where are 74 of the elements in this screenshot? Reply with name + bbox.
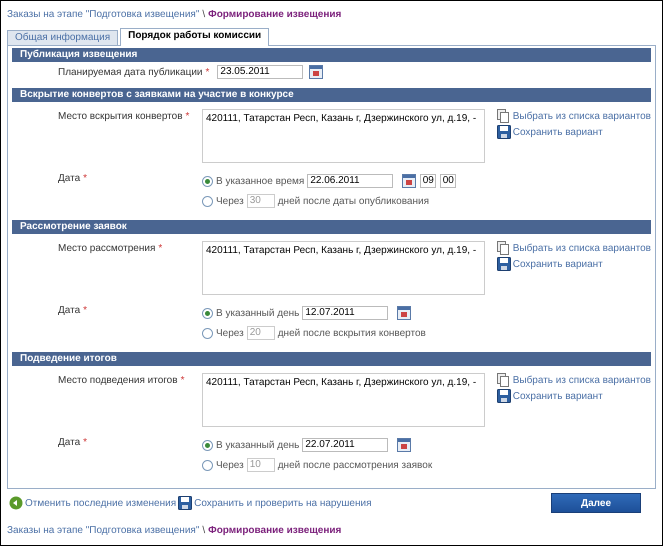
variant-link[interactable]: Выбрать из списка вариантов (512, 110, 651, 122)
date-field[interactable]: 22.07.2011 (302, 438, 388, 452)
minute-field[interactable]: 00 (440, 174, 456, 188)
variant-link[interactable]: Сохранить вариант (512, 258, 603, 270)
option-label: дней после даты опубликования (278, 196, 429, 206)
hour-field[interactable]: 09 (420, 174, 436, 188)
option-label: В указанный день (216, 308, 300, 318)
days-field[interactable]: 10 (246, 458, 275, 472)
undo-icon (9, 496, 23, 510)
breadcrumb-separator: \ (202, 8, 206, 20)
section-header: Публикация извещения (12, 48, 651, 62)
action-link[interactable]: Сохранить и проверить на нарушения (194, 498, 372, 508)
option-label: Через (216, 196, 244, 206)
breadcrumb-link[interactable]: Заказы на этапе "Подготовка извещения" (7, 8, 200, 20)
date-field[interactable]: 23.05.2011 (217, 65, 304, 79)
floppy-icon (496, 389, 511, 403)
floppy-icon (496, 257, 511, 271)
breadcrumb-link[interactable]: Заказы на этапе "Подготовка извещения" (7, 524, 200, 536)
field-label: Дата (58, 437, 80, 448)
breadcrumb-current: Формирование извещения (208, 8, 342, 20)
copy-icon (496, 109, 511, 123)
option-label: В указанное время (216, 176, 304, 186)
calendar-icon[interactable] (397, 306, 412, 320)
date-field[interactable]: 12.07.2011 (302, 306, 388, 320)
field-label: Планируемая дата публикации (58, 67, 202, 78)
radio-button[interactable] (202, 176, 213, 186)
variant-link[interactable]: Выбрать из списка вариантов (512, 242, 651, 254)
field-label: Место вскрытия конвертов (58, 111, 183, 122)
option-label: Через (216, 328, 244, 338)
tab[interactable]: Порядок работы комиссии (120, 28, 270, 46)
field-label: Место рассмотрения (58, 243, 156, 254)
field-label: Место подведения итогов (58, 375, 178, 386)
field-label: Дата (58, 305, 80, 316)
floppy-icon (496, 125, 511, 139)
variant-link[interactable]: Выбрать из списка вариантов (512, 374, 651, 386)
calendar-icon[interactable] (397, 438, 412, 452)
date-field[interactable]: 22.06.2011 (307, 174, 394, 188)
copy-icon (496, 373, 511, 387)
required-mark: * (186, 111, 190, 122)
calendar-icon[interactable] (402, 174, 416, 188)
radio-button[interactable] (202, 328, 213, 338)
calendar-icon[interactable] (309, 65, 324, 79)
section-header: Рассмотрение заявок (12, 220, 651, 234)
floppy-icon (178, 496, 192, 510)
required-mark: * (158, 243, 162, 254)
address-field[interactable]: 420111, Татарстан Респ, Казань г, Дзержинского ул, д.19, - (202, 109, 485, 163)
section-header: Вскрытие конвертов с заявками на участие в конкурсе (12, 88, 651, 102)
next-button[interactable]: Далее (551, 493, 641, 513)
option-label: Через (216, 460, 244, 470)
required-mark: * (83, 305, 88, 316)
days-field[interactable]: 20 (246, 326, 275, 340)
days-field[interactable]: 30 (246, 194, 275, 208)
radio-button[interactable] (202, 440, 213, 450)
variant-link[interactable]: Сохранить вариант (512, 126, 603, 138)
section-header: Подведение итогов (12, 352, 651, 366)
action-link[interactable]: Отменить последние изменения (25, 498, 176, 508)
variant-link[interactable]: Сохранить вариант (512, 390, 603, 402)
required-mark: * (83, 173, 88, 184)
breadcrumb-separator: \ (202, 524, 206, 536)
tab[interactable]: Общая информация (7, 30, 118, 45)
radio-button[interactable] (202, 308, 213, 318)
radio-button[interactable] (202, 460, 213, 470)
option-label: дней после вскрытия конвертов (278, 328, 426, 338)
option-label: В указанный день (216, 440, 300, 450)
radio-button[interactable] (202, 196, 213, 206)
required-mark: * (83, 437, 88, 448)
field-label: Дата (58, 173, 80, 184)
copy-icon (496, 241, 511, 255)
required-mark: * (180, 375, 184, 386)
breadcrumb-current: Формирование извещения (208, 524, 342, 536)
address-field[interactable]: 420111, Татарстан Респ, Казань г, Дзержинского ул, д.19, - (202, 241, 485, 295)
option-label: дней после рассмотрения заявок (278, 460, 432, 470)
address-field[interactable]: 420111, Татарстан Респ, Казань г, Дзержинского ул, д.19, - (202, 373, 485, 427)
required-mark: * (206, 67, 210, 78)
